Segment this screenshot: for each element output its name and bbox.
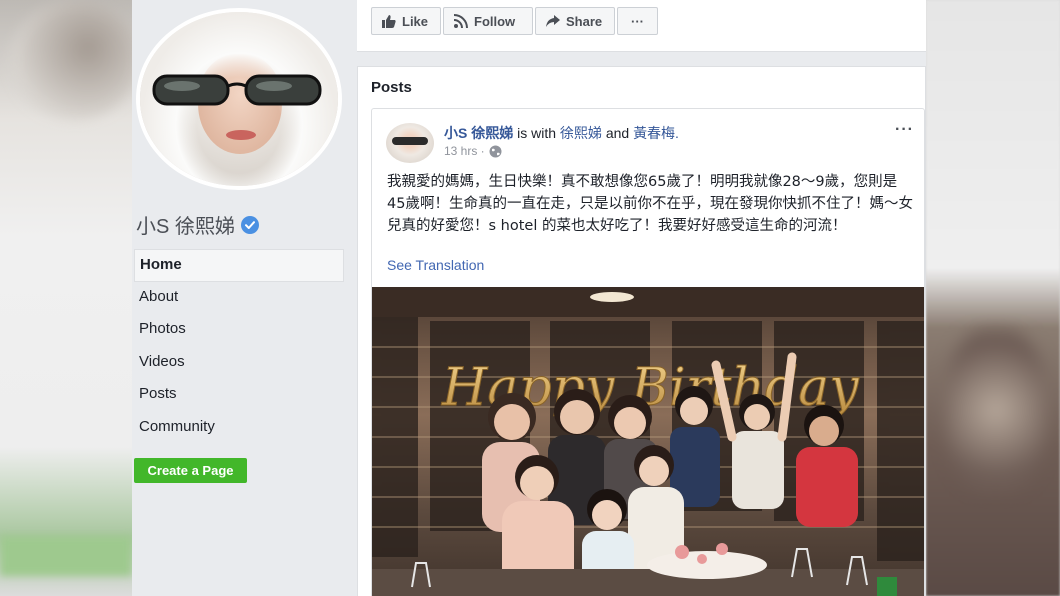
main-column: Like Follow Share ··· Posts 小S 徐熙娣 is wi…: [357, 0, 926, 596]
post-timestamp: 13 hrs ·: [444, 144, 502, 158]
post-message: 我親愛的媽媽，生日快樂！真不敢想像您65歲了！明明我就像28～9歲，您則是45歲…: [387, 174, 913, 234]
post-photo[interactable]: Happy Birthday: [372, 287, 924, 596]
share-arrow-icon: [546, 15, 560, 27]
nav-item-posts[interactable]: Posts: [134, 379, 344, 412]
thumbs-up-icon: [382, 15, 396, 28]
profile-picture[interactable]: [136, 8, 342, 190]
follow-label: Follow: [474, 13, 516, 29]
page-name-text[interactable]: 小S 徐熙娣: [136, 210, 235, 239]
like-label: Like: [402, 13, 429, 29]
follow-button[interactable]: Follow: [443, 7, 533, 35]
post-card: 小S 徐熙娣 is with 徐熙娣 and 黃春梅. 13 hrs · ···…: [371, 108, 925, 596]
profile-photo: [140, 12, 338, 186]
posts-heading: Posts: [371, 79, 412, 96]
with-text: is with: [517, 125, 557, 141]
background-blur-green: [0, 536, 132, 576]
posts-section: Posts 小S 徐熙娣 is with 徐熙娣 and 黃春梅. 13 hrs…: [357, 66, 926, 596]
lips: [226, 130, 256, 140]
background-right: [926, 0, 1060, 596]
post-time-text[interactable]: 13 hrs ·: [444, 144, 485, 158]
post-author-link[interactable]: 小S 徐熙娣: [444, 125, 513, 141]
nav-item-photos[interactable]: Photos: [134, 314, 344, 347]
background-blur: [10, 0, 140, 120]
post-header: 小S 徐熙娣 is with 徐熙娣 and 黃春梅.: [444, 123, 679, 143]
avatar-sunglasses: [392, 137, 428, 145]
post-author-avatar[interactable]: [386, 123, 434, 163]
birthday-party-photo: Happy Birthday: [372, 287, 924, 596]
background-blur: [946, 330, 1046, 490]
globe-icon[interactable]: [489, 145, 502, 158]
share-label: Share: [566, 13, 603, 29]
left-sidebar: 小S 徐熙娣 Home About Photos Videos Posts Co…: [132, 0, 357, 596]
more-icon: ···: [631, 13, 644, 29]
page-actions-bar: Like Follow Share ···: [357, 0, 926, 52]
nav-item-community[interactable]: Community: [134, 412, 344, 445]
post-options-icon[interactable]: ···: [895, 121, 914, 139]
page-nav: Home About Photos Videos Posts Community: [134, 249, 344, 445]
page-name[interactable]: 小S 徐熙娣: [136, 210, 259, 239]
sunglasses: [152, 74, 322, 106]
see-translation-link[interactable]: See Translation: [387, 257, 484, 273]
tagged-user-1[interactable]: 徐熙娣: [560, 125, 602, 141]
rss-icon: [454, 14, 468, 28]
nav-item-videos[interactable]: Videos: [134, 347, 344, 380]
tagged-user-2[interactable]: 黃春梅.: [633, 125, 679, 141]
nav-item-about[interactable]: About: [134, 282, 344, 315]
create-page-button[interactable]: Create a Page: [134, 458, 247, 483]
share-button[interactable]: Share: [535, 7, 615, 35]
more-options-button[interactable]: ···: [617, 7, 658, 35]
like-button[interactable]: Like: [371, 7, 441, 35]
background-left: [0, 0, 140, 596]
verified-badge-icon: [240, 215, 259, 234]
nav-item-home[interactable]: Home: [134, 249, 344, 282]
and-text: and: [605, 125, 630, 141]
